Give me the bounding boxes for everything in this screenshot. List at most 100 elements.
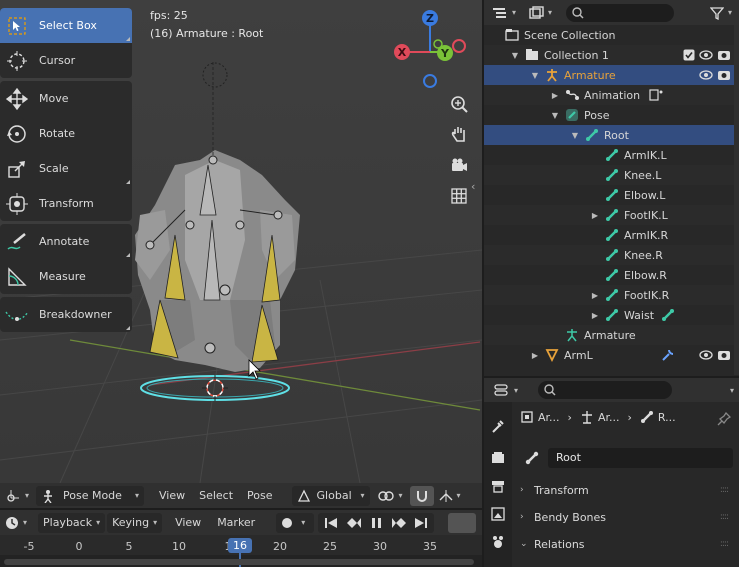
eye-icon[interactable] [699,349,713,361]
tab-output[interactable] [488,476,508,496]
outliner-row-knee-l[interactable]: Knee.L [484,165,739,185]
timeline-area[interactable]: -5 0 5 10 1 20 25 30 35 16 [0,535,482,567]
outliner-row-pose[interactable]: ▼ Pose [484,105,739,125]
outliner-row-armature[interactable]: ▼ Armature [484,65,739,85]
menu-select[interactable]: Select [194,486,238,506]
outliner-search-input[interactable] [566,3,675,22]
pin-icon[interactable] [717,411,732,429]
outliner-editor-type-button[interactable]: ▾ [490,3,518,23]
prev-keyframe-icon[interactable] [346,517,362,529]
camera-render-icon[interactable] [717,49,731,61]
tool-scale[interactable]: Scale [0,151,132,186]
expand-right-icon[interactable]: ▶ [590,311,600,320]
editor-type-button[interactable]: ▾ [0,486,34,506]
scale-icon [5,157,29,181]
display-mode-button[interactable]: ▾ [526,3,554,23]
gizmo-neg-x[interactable] [452,39,466,53]
next-keyframe-icon[interactable] [391,517,407,529]
tool-measure[interactable]: Measure [0,259,132,294]
tool-annotate[interactable]: Annotate [0,224,132,259]
expand-down-icon[interactable]: ▼ [530,71,540,80]
tool-transform[interactable]: Transform [0,186,132,221]
eye-icon[interactable] [699,49,713,61]
outliner-row-root[interactable]: ▼ Root [484,125,739,145]
tab-render[interactable] [488,448,508,468]
expand-right-icon[interactable]: ▶ [550,91,560,100]
outliner-row-elbow-l[interactable]: Elbow.L [484,185,739,205]
jump-end-icon[interactable] [414,517,428,529]
outliner-row-elbow-r[interactable]: Elbow.R [484,265,739,285]
jump-start-icon[interactable] [324,517,338,529]
timeline-menu-view[interactable]: View [170,513,206,533]
mode-selector[interactable]: Pose Mode ▾ [36,485,144,506]
expand-down-icon[interactable]: ▼ [570,131,580,140]
playhead-frame-indicator[interactable]: 16 [228,538,252,553]
pan-button[interactable] [446,121,472,147]
properties-search-input[interactable] [538,381,673,399]
timeline-editor-type-button[interactable]: ▾ [0,513,34,533]
camera-render-icon[interactable] [717,69,731,81]
panel-bendy-bones[interactable]: › Bendy Bones :::: [520,505,734,529]
outliner-row-footik-l[interactable]: ▶ FootIK.L [484,205,739,225]
outliner-row-armik-l[interactable]: ArmIK.L [484,145,739,165]
timeline-scrollbar[interactable] [4,559,474,565]
snap-toggle[interactable] [409,485,434,506]
panel-relations[interactable]: ⌄ Relations :::: [520,532,734,556]
outliner-row-label: Pose [584,108,610,122]
camera-render-icon[interactable] [717,349,731,361]
playback-menu[interactable]: Playback ▾ [38,512,106,533]
outliner-row-footik-r[interactable]: ▶ FootIK.R [484,285,739,305]
expand-down-icon[interactable]: ▼ [510,51,520,60]
outliner-row-label: ArmIK.L [624,148,667,162]
eye-icon[interactable] [699,69,713,81]
bone-name-field[interactable]: Root [548,448,733,468]
camera-view-button[interactable] [446,152,472,178]
gizmo-neg-z[interactable] [423,74,437,88]
filter-button[interactable]: ▾ [705,3,737,23]
gizmo-neg-y[interactable] [433,39,443,49]
properties-editor-type-button[interactable]: ▾ [492,380,520,400]
tab-scene[interactable] [488,532,508,552]
pause-icon[interactable] [369,517,383,529]
properties-options-button[interactable]: ▾ [725,380,739,400]
keying-menu[interactable]: Keying ▾ [107,512,163,533]
outliner-scrollbar[interactable] [734,25,739,375]
snap-target-selector[interactable]: ▾ [434,486,466,506]
expand-right-icon[interactable]: ▶ [530,351,540,360]
tab-view-layer[interactable] [488,504,508,524]
expand-right-icon[interactable]: ▶ [590,211,600,220]
outliner-row-armik-r[interactable]: ArmIK.R [484,225,739,245]
tab-tool[interactable] [488,416,508,436]
perspective-toggle-button[interactable] [446,183,472,209]
transform-orientation-selector[interactable]: Global ▾ [291,485,370,506]
sidebar-toggle-icon[interactable]: ‹ [471,180,475,193]
menu-pose[interactable]: Pose [242,486,277,506]
expand-down-icon[interactable]: ▼ [550,111,560,120]
tool-breakdowner[interactable]: Breakdowner [0,297,132,332]
timeline-menu-marker[interactable]: Marker [212,513,260,533]
outliner-row-arml[interactable]: ▶ ArmL [484,345,739,365]
navigation-gizmo[interactable]: Z Y X [392,6,472,96]
tool-move[interactable]: Move [0,81,132,116]
tool-rotate[interactable]: Rotate [0,116,132,151]
pivot-point-selector[interactable]: ▾ [372,486,408,506]
panel-transform[interactable]: › Transform :::: [520,478,734,502]
expand-right-icon[interactable]: ▶ [590,291,600,300]
zoom-button[interactable] [446,91,472,117]
checkbox-icon[interactable] [683,49,695,61]
outliner-row-animation[interactable]: ▶ Animation [484,85,739,105]
tool-cursor[interactable]: Cursor [0,43,132,78]
drag-handle-icon[interactable]: :::: [720,512,729,522]
drag-handle-icon[interactable]: :::: [720,539,729,549]
outliner-row-knee-r[interactable]: Knee.R [484,245,739,265]
outliner-row-scene-collection[interactable]: Scene Collection [484,25,739,45]
outliner-row-collection-1[interactable]: ▼ Collection 1 [484,45,739,65]
outliner-row-waist[interactable]: ▶ Waist [484,305,739,325]
outliner-row-armature[interactable]: Armature [484,325,739,345]
tool-select-box[interactable]: Select Box [0,8,132,43]
current-frame-field[interactable] [448,512,477,533]
drag-handle-icon[interactable]: :::: [720,485,729,495]
3d-viewport[interactable]: Select Box Cursor Move Rotate Scale Tran… [0,0,482,483]
menu-view[interactable]: View [154,486,190,506]
auto-keying-toggle[interactable]: ▾ [276,512,315,533]
